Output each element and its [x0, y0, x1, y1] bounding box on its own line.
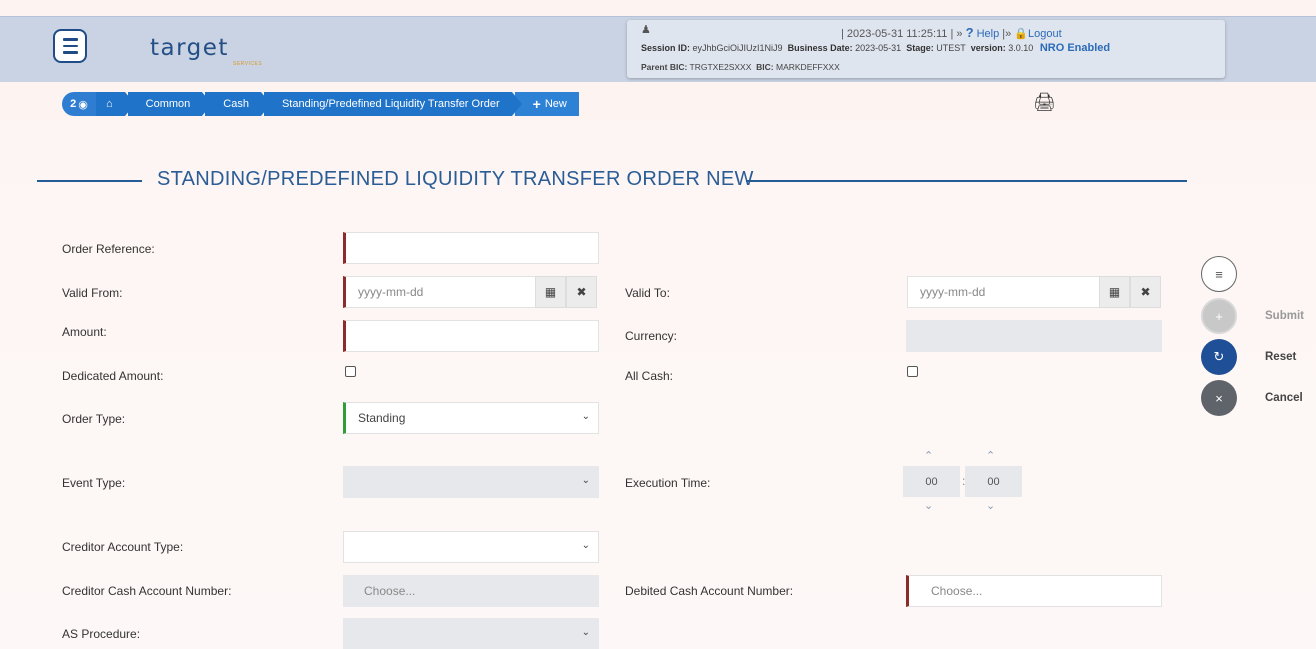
- menu-icon-bar: [62, 38, 78, 41]
- dedicated-amount-checkbox[interactable]: [345, 366, 356, 377]
- app-header: target SERVICES ♟ | 2023-05-31 11:25:11 …: [0, 16, 1316, 82]
- timestamp: | 2023-05-31 11:25:11 | »: [841, 28, 963, 40]
- submit-button[interactable]: +: [1201, 298, 1237, 334]
- chevron-down-icon: ⌄: [581, 411, 590, 422]
- creditor-account-type-select[interactable]: ⌄: [343, 531, 599, 563]
- breadcrumb-cash[interactable]: Cash: [205, 92, 271, 116]
- eye-icon: ◉: [78, 98, 88, 111]
- event-type-select[interactable]: ⌄: [343, 466, 599, 498]
- hour-down-icon[interactable]: ⌄: [924, 499, 933, 512]
- dedicated-amount-label: Dedicated Amount:: [62, 369, 164, 383]
- nro-status: NRO Enabled: [1039, 42, 1111, 54]
- valid-from-label: Valid From:: [62, 286, 123, 300]
- session-details: Session ID: eyJhbGciOiJIUzI1NiJ9 Busines…: [641, 42, 1111, 54]
- execution-time-label: Execution Time:: [625, 476, 711, 490]
- all-cash-label: All Cash:: [625, 369, 674, 383]
- clear-date-icon[interactable]: ✖: [1130, 276, 1161, 308]
- menu-icon-bar: [62, 51, 78, 54]
- creditor-cash-account-label: Creditor Cash Account Number:: [62, 584, 232, 598]
- debited-cash-account-label: Debited Cash Account Number:: [625, 584, 794, 598]
- logo-subtitle: SERVICES: [233, 61, 263, 67]
- reset-button[interactable]: ↻: [1201, 339, 1237, 375]
- currency-input[interactable]: [906, 320, 1162, 352]
- minute-down-icon[interactable]: ⌄: [986, 499, 995, 512]
- calendar-icon[interactable]: ▦: [1099, 276, 1130, 308]
- order-type-select[interactable]: Standing ⌄: [343, 402, 599, 434]
- title-divider-left: [37, 180, 142, 182]
- chevron-down-icon: ⌄: [581, 540, 590, 551]
- all-cash-checkbox[interactable]: [907, 366, 918, 377]
- creditor-account-type-label: Creditor Account Type:: [62, 540, 184, 554]
- chevron-down-icon: ⌄: [581, 627, 590, 638]
- breadcrumb-home[interactable]: ⌂: [96, 92, 135, 116]
- breadcrumb-new[interactable]: + New: [514, 92, 579, 116]
- target-logo: target: [150, 35, 229, 61]
- bic-details: Parent BIC: TRGTXE2SXXX BIC: MARKDEFFXXX: [641, 62, 840, 72]
- clear-date-icon[interactable]: ✖: [566, 276, 597, 308]
- breadcrumb-common[interactable]: Common: [127, 92, 212, 116]
- amount-input[interactable]: [343, 320, 599, 352]
- event-type-label: Event Type:: [62, 476, 126, 490]
- order-type-label: Order Type:: [62, 412, 126, 426]
- list-icon[interactable]: ≡: [1201, 256, 1237, 292]
- calendar-icon[interactable]: ▦: [535, 276, 566, 308]
- hour-up-icon[interactable]: ⌃: [924, 449, 933, 462]
- minute-up-icon[interactable]: ⌃: [986, 449, 995, 462]
- session-info-panel: ♟ | 2023-05-31 11:25:11 | » ? Help |» 🔒L…: [627, 20, 1225, 78]
- debited-cash-account-input[interactable]: Choose...: [906, 575, 1162, 607]
- menu-icon-bar: [62, 44, 78, 48]
- minutes-input[interactable]: 00: [965, 466, 1022, 497]
- logout-link[interactable]: 🔒Logout: [1014, 28, 1061, 40]
- printer-icon[interactable]: 🖨: [1033, 92, 1056, 113]
- hamburger-menu-button[interactable]: [53, 29, 87, 63]
- creditor-cash-account-input[interactable]: Choose...: [343, 575, 599, 607]
- currency-label: Currency:: [625, 329, 678, 343]
- order-reference-input[interactable]: [343, 232, 599, 264]
- user-icon: ♟: [641, 24, 651, 36]
- cancel-button[interactable]: ×: [1201, 380, 1237, 416]
- submit-label[interactable]: Submit: [1265, 310, 1304, 322]
- title-divider-right: [746, 180, 1187, 182]
- lock-icon: 🔒: [1014, 28, 1029, 40]
- breadcrumb: 2 ◉ ⌂ Common Cash Standing/Predefined Liq…: [62, 91, 582, 117]
- as-procedure-select[interactable]: ⌄: [343, 618, 599, 649]
- reset-label[interactable]: Reset: [1265, 351, 1296, 363]
- help-link[interactable]: ? Help: [966, 25, 1000, 40]
- link-separator: |»: [1002, 28, 1012, 40]
- chevron-down-icon: ⌄: [581, 475, 590, 486]
- order-reference-label: Order Reference:: [62, 242, 155, 256]
- valid-from-input[interactable]: yyyy-mm-dd: [343, 276, 536, 308]
- cancel-label[interactable]: Cancel: [1265, 392, 1303, 404]
- valid-to-label: Valid To:: [625, 286, 670, 300]
- breadcrumb-counter[interactable]: 2 ◉: [62, 92, 96, 116]
- valid-to-input[interactable]: yyyy-mm-dd: [907, 276, 1100, 308]
- breadcrumb-standing-order[interactable]: Standing/Predefined Liquidity Transfer O…: [263, 92, 522, 116]
- as-procedure-label: AS Procedure:: [62, 627, 141, 641]
- amount-label: Amount:: [62, 325, 107, 339]
- hours-input[interactable]: 00: [903, 466, 960, 497]
- page-title: STANDING/PREDEFINED LIQUIDITY TRANSFER O…: [157, 168, 754, 190]
- home-icon: ⌂: [106, 98, 113, 110]
